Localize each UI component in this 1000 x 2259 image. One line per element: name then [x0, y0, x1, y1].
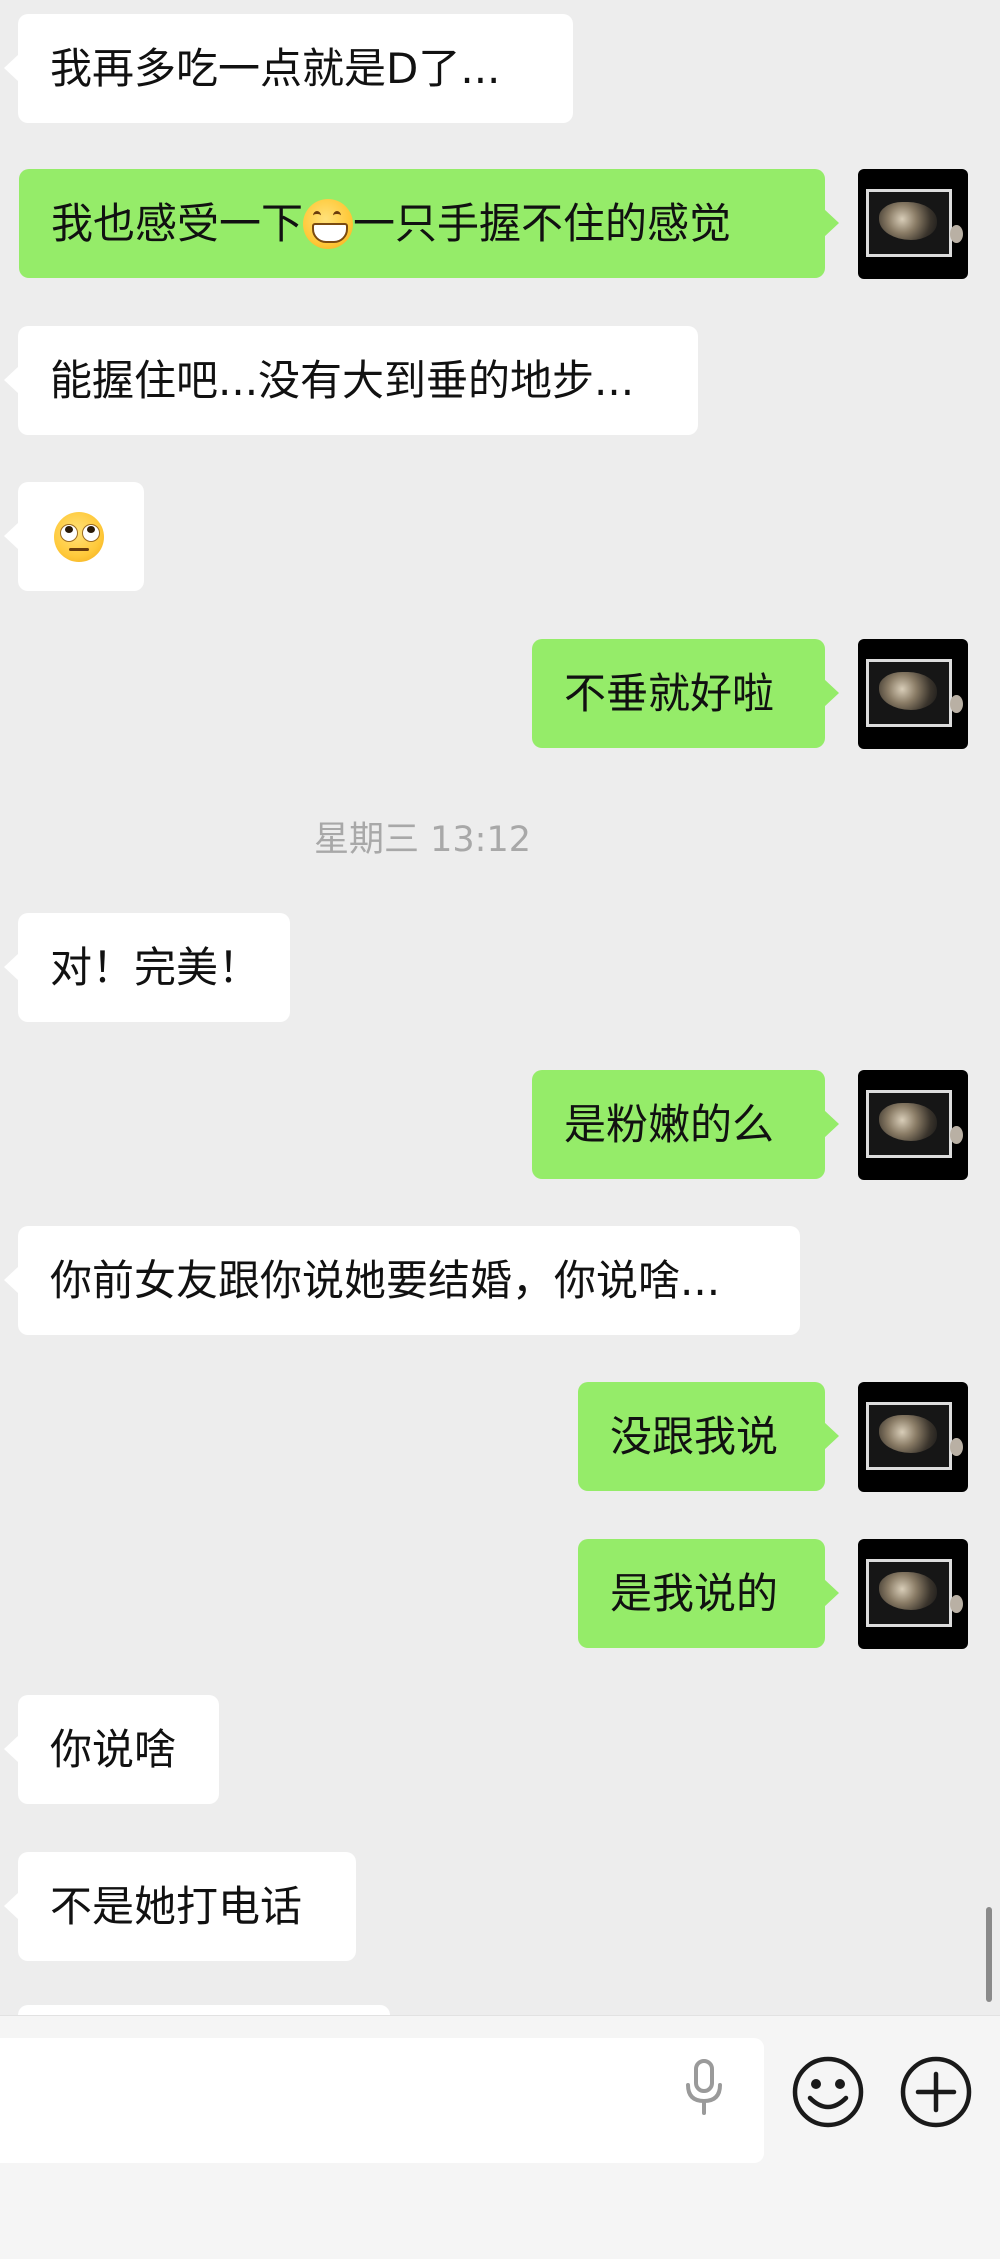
message-text: 你说啥 — [50, 1725, 177, 1774]
message-text: 是粉嫩的么 — [564, 1100, 775, 1149]
outgoing-message-bubble[interactable]: 我也感受一下 一只手握不住的感觉 — [19, 169, 839, 278]
scrollbar[interactable] — [986, 1907, 992, 2002]
avatar[interactable] — [858, 169, 968, 279]
message-text: 你前女友跟你说她要结婚，你说啥... — [50, 1256, 721, 1305]
message-text: 能握住吧...没有大到垂的地步... — [50, 356, 635, 405]
input-toolbar — [0, 2015, 1000, 2259]
avatar[interactable] — [858, 1070, 968, 1180]
face-with-rolling-eyes-icon — [54, 511, 104, 562]
smiley-face-icon[interactable] — [790, 2054, 866, 2130]
incoming-message-bubble[interactable]: 我再多吃一点就是D了... — [4, 14, 573, 123]
message-text: 我再多吃一点就是D了... — [50, 44, 501, 93]
message-text: 对！完美！ — [50, 943, 261, 992]
incoming-message-bubble[interactable]: 对！完美！ — [4, 913, 290, 1022]
message-text: 一只手握不住的感觉 — [353, 199, 732, 248]
outgoing-message-bubble[interactable]: 没跟我说 — [578, 1382, 839, 1491]
message-text: 是我说的 — [610, 1569, 779, 1618]
incoming-message-bubble[interactable]: 你说啥 — [4, 1695, 219, 1804]
message-text: 不垂就好啦 — [564, 669, 775, 718]
plus-circle-icon[interactable] — [898, 2054, 974, 2130]
incoming-message-bubble-partial[interactable] — [18, 2005, 390, 2015]
message-text: 没跟我说 — [610, 1412, 779, 1461]
microphone-icon[interactable] — [680, 2057, 728, 2117]
message-input[interactable] — [0, 2038, 764, 2163]
incoming-message-bubble[interactable] — [4, 482, 144, 591]
avatar[interactable] — [858, 1382, 968, 1492]
grinning-squinting-face-icon — [303, 198, 354, 249]
avatar[interactable] — [858, 1539, 968, 1649]
incoming-message-bubble[interactable]: 你前女友跟你说她要结婚，你说啥... — [4, 1226, 800, 1335]
message-text: 我也感受一下 — [51, 199, 304, 248]
timestamp: 星期三 13:12 — [314, 820, 531, 860]
outgoing-message-bubble[interactable]: 是我说的 — [578, 1539, 839, 1648]
outgoing-message-bubble[interactable]: 是粉嫩的么 — [532, 1070, 839, 1179]
incoming-message-bubble[interactable]: 能握住吧...没有大到垂的地步... — [4, 326, 698, 435]
message-text: 不是她打电话 — [50, 1882, 303, 1931]
avatar[interactable] — [858, 639, 968, 749]
incoming-message-bubble[interactable]: 不是她打电话 — [4, 1852, 356, 1961]
chat-message-list[interactable]: 我再多吃一点就是D了... 我也感受一下 一只手握不住的感觉 能握住吧...没有大… — [0, 0, 1000, 2015]
outgoing-message-bubble[interactable]: 不垂就好啦 — [532, 639, 839, 748]
